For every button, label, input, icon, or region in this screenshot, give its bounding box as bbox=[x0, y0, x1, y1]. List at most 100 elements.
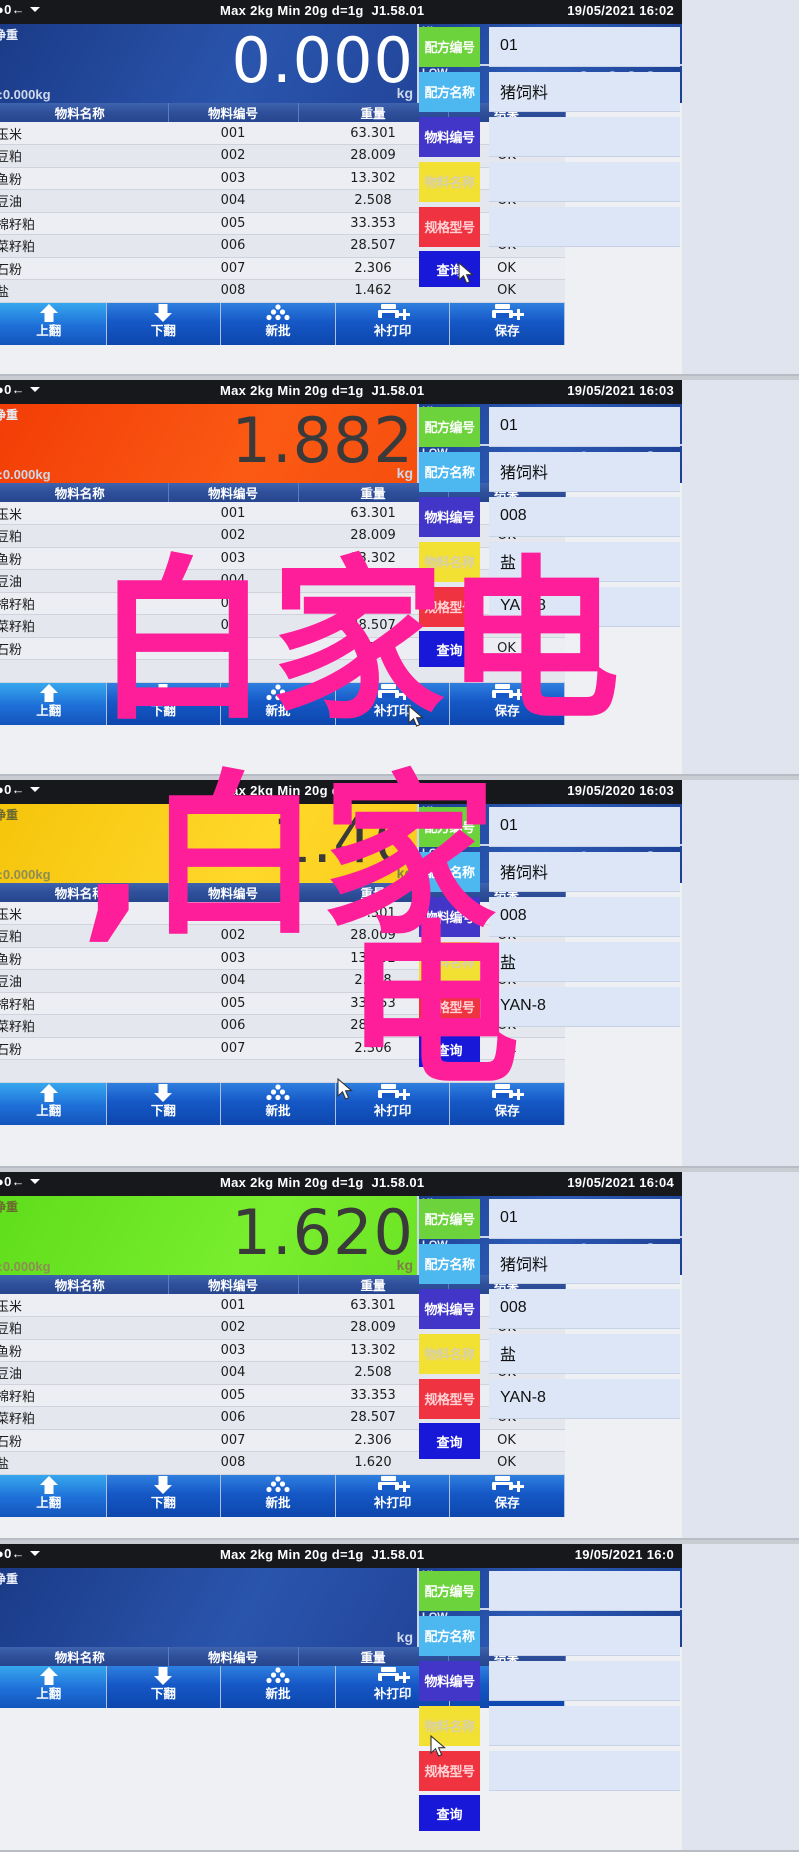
toolbar-button-printer-save[interactable]: 保存 bbox=[450, 682, 565, 725]
field-key-formula-name[interactable]: 配方名称 bbox=[419, 1243, 480, 1284]
toolbar-button-printer-save[interactable]: 保存 bbox=[450, 1474, 565, 1517]
toolbar-button-batch-stack[interactable]: 新批 bbox=[221, 1082, 336, 1125]
field-value-formula-no[interactable]: 01 bbox=[489, 1198, 680, 1239]
field-key-spec-model[interactable]: 规格型号 bbox=[419, 1750, 480, 1791]
header-material-name: 物料名称 bbox=[0, 1647, 169, 1666]
field-value-spec-model[interactable] bbox=[489, 1750, 680, 1791]
cell-material-no: 001 bbox=[168, 122, 298, 145]
field-key-spec-model[interactable]: 规格型号 bbox=[419, 986, 480, 1027]
field-value-material-no[interactable] bbox=[489, 1660, 680, 1701]
field-value-formula-no[interactable] bbox=[489, 1570, 680, 1611]
printer-plus-icon bbox=[336, 683, 450, 705]
toolbar-button-batch-stack[interactable]: 新批 bbox=[221, 682, 336, 725]
spec-text: Max 2kg Min 20g d=1g bbox=[220, 3, 364, 18]
cell-material-no: 006 bbox=[168, 1014, 298, 1038]
toolbar-button-printer-plus[interactable]: 补打印 bbox=[335, 302, 451, 345]
query-button[interactable]: 查询 bbox=[419, 1031, 480, 1067]
toolbar-button-arrow-up[interactable]: 上翻 bbox=[0, 302, 107, 345]
toolbar-button-arrow-down[interactable]: 下翻 bbox=[106, 1474, 222, 1517]
field-key-material-no[interactable]: 物料编号 bbox=[419, 896, 480, 937]
field-key-material-name[interactable]: 物料名称 bbox=[419, 541, 480, 582]
toolbar-button-batch-stack[interactable]: 新批 bbox=[221, 302, 336, 345]
query-button[interactable]: 查询 bbox=[419, 631, 480, 667]
field-key-formula-name[interactable]: 配方名称 bbox=[419, 451, 480, 492]
toolbar-button-batch-stack[interactable]: 新批 bbox=[221, 1666, 336, 1708]
field-key-formula-name[interactable]: 配方名称 bbox=[419, 71, 480, 112]
field-key-spec-model[interactable]: 规格型号 bbox=[419, 586, 480, 627]
toolbar-button-arrow-up[interactable]: 上翻 bbox=[0, 1082, 107, 1125]
scale-terminal-panel: ●0← Max 2kg Min 20g d=1g J1.58.01 19/05/20… bbox=[0, 0, 799, 376]
cell-material-no: 006 bbox=[168, 234, 298, 258]
field-value-formula-no[interactable]: 01 bbox=[489, 806, 680, 847]
field-key-formula-name[interactable]: 配方名称 bbox=[419, 1615, 480, 1656]
query-button[interactable]: 查询 bbox=[419, 251, 480, 287]
status-indicators: ●0← bbox=[0, 782, 40, 797]
field-value-formula-name[interactable]: 猪饲料 bbox=[489, 71, 680, 112]
field-key-material-no[interactable]: 物料编号 bbox=[419, 116, 480, 157]
weight-unit: kg bbox=[396, 85, 413, 101]
field-key-material-no[interactable]: 物料编号 bbox=[419, 496, 480, 537]
field-value-material-name[interactable] bbox=[489, 1705, 680, 1746]
field-row-formula-name: 配方名称 猪饲料 bbox=[417, 69, 682, 114]
field-key-formula-no[interactable]: 配方编号 bbox=[419, 1198, 480, 1239]
field-key-formula-no[interactable]: 配方编号 bbox=[419, 806, 480, 847]
cell-material-name: 菜籽粕 bbox=[0, 234, 168, 258]
query-button[interactable]: 查询 bbox=[419, 1795, 480, 1831]
field-value-material-no[interactable]: 008 bbox=[489, 1288, 680, 1329]
scale-terminal-panel: ●0← Max 2kg Min 20g d=1g J1.58.01 19/05/20… bbox=[0, 1544, 799, 1852]
field-key-formula-no[interactable]: 配方编号 bbox=[419, 406, 480, 447]
field-key-spec-model[interactable]: 规格型号 bbox=[419, 206, 480, 247]
field-key-material-name[interactable]: 物料名称 bbox=[419, 941, 480, 982]
field-value-formula-name[interactable]: 猪饲料 bbox=[489, 1243, 680, 1284]
field-value-spec-model[interactable] bbox=[489, 206, 680, 247]
field-key-material-name[interactable]: 物料名称 bbox=[419, 1705, 480, 1746]
query-button[interactable]: 查询 bbox=[419, 1423, 480, 1459]
cell-material-no: 008 bbox=[168, 1451, 298, 1475]
field-value-formula-name[interactable]: 猪饲料 bbox=[489, 451, 680, 492]
field-key-formula-no[interactable]: 配方编号 bbox=[419, 1570, 480, 1611]
field-value-formula-name[interactable]: 猪饲料 bbox=[489, 851, 680, 892]
field-key-material-name[interactable]: 物料名称 bbox=[419, 161, 480, 202]
cell-material-no: 004 bbox=[168, 1361, 298, 1385]
field-value-material-name[interactable]: 盐 bbox=[489, 1333, 680, 1374]
field-key-material-name[interactable]: 物料名称 bbox=[419, 1333, 480, 1374]
field-key-formula-name[interactable]: 配方名称 bbox=[419, 851, 480, 892]
toolbar-button-arrow-up[interactable]: 上翻 bbox=[0, 1474, 107, 1517]
toolbar-button-arrow-down[interactable]: 下翻 bbox=[106, 682, 222, 725]
toolbar-button-printer-save[interactable]: 保存 bbox=[450, 1082, 565, 1125]
field-value-spec-model[interactable]: YAN-8 bbox=[489, 586, 680, 627]
field-value-material-no[interactable]: 008 bbox=[489, 896, 680, 937]
cell-material-no: 008 bbox=[168, 279, 298, 303]
field-value-material-name[interactable]: 盐 bbox=[489, 541, 680, 582]
toolbar-button-arrow-up[interactable]: 上翻 bbox=[0, 682, 107, 725]
toolbar-button-printer-plus[interactable]: 补打印 bbox=[335, 1082, 451, 1125]
field-value-material-no[interactable] bbox=[489, 116, 680, 157]
toolbar-button-arrow-down[interactable]: 下翻 bbox=[106, 302, 222, 345]
status-indicators: ●0← bbox=[0, 1174, 40, 1189]
field-value-formula-no[interactable]: 01 bbox=[489, 26, 680, 67]
cell-material-name: 鱼粉 bbox=[0, 167, 168, 190]
toolbar-button-printer-save[interactable]: 保存 bbox=[450, 302, 565, 345]
field-value-formula-name[interactable] bbox=[489, 1615, 680, 1656]
toolbar-button-arrow-down[interactable]: 下翻 bbox=[106, 1082, 222, 1125]
toolbar-button-printer-plus[interactable]: 补打印 bbox=[335, 1474, 451, 1517]
field-row-spec-model: 规格型号 bbox=[417, 204, 682, 249]
scale-terminal-panel: ●0← Max 2kg Min 20g d=1g J1.58.01 19/05/20… bbox=[0, 780, 799, 1168]
field-value-material-name[interactable] bbox=[489, 161, 680, 202]
field-key-material-no[interactable]: 物料编号 bbox=[419, 1660, 480, 1701]
field-key-spec-model[interactable]: 规格型号 bbox=[419, 1378, 480, 1419]
photo-side-margin bbox=[682, 0, 799, 374]
status-bar: ●0← Max 2kg Min 20g d=1g J1.58.01 19/05/20… bbox=[0, 780, 682, 804]
field-key-formula-no[interactable]: 配方编号 bbox=[419, 26, 480, 67]
toolbar-button-arrow-up[interactable]: 上翻 bbox=[0, 1666, 107, 1708]
field-value-formula-no[interactable]: 01 bbox=[489, 406, 680, 447]
toolbar-button-batch-stack[interactable]: 新批 bbox=[221, 1474, 336, 1517]
tare-value: T:0.000kg bbox=[0, 467, 51, 482]
field-value-spec-model[interactable]: YAN-8 bbox=[489, 986, 680, 1027]
toolbar-button-arrow-down[interactable]: 下翻 bbox=[106, 1666, 222, 1708]
field-key-material-no[interactable]: 物料编号 bbox=[419, 1288, 480, 1329]
field-value-material-no[interactable]: 008 bbox=[489, 496, 680, 537]
field-value-material-name[interactable]: 盐 bbox=[489, 941, 680, 982]
toolbar-button-printer-plus[interactable]: 补打印 bbox=[335, 682, 451, 725]
field-value-spec-model[interactable]: YAN-8 bbox=[489, 1378, 680, 1419]
